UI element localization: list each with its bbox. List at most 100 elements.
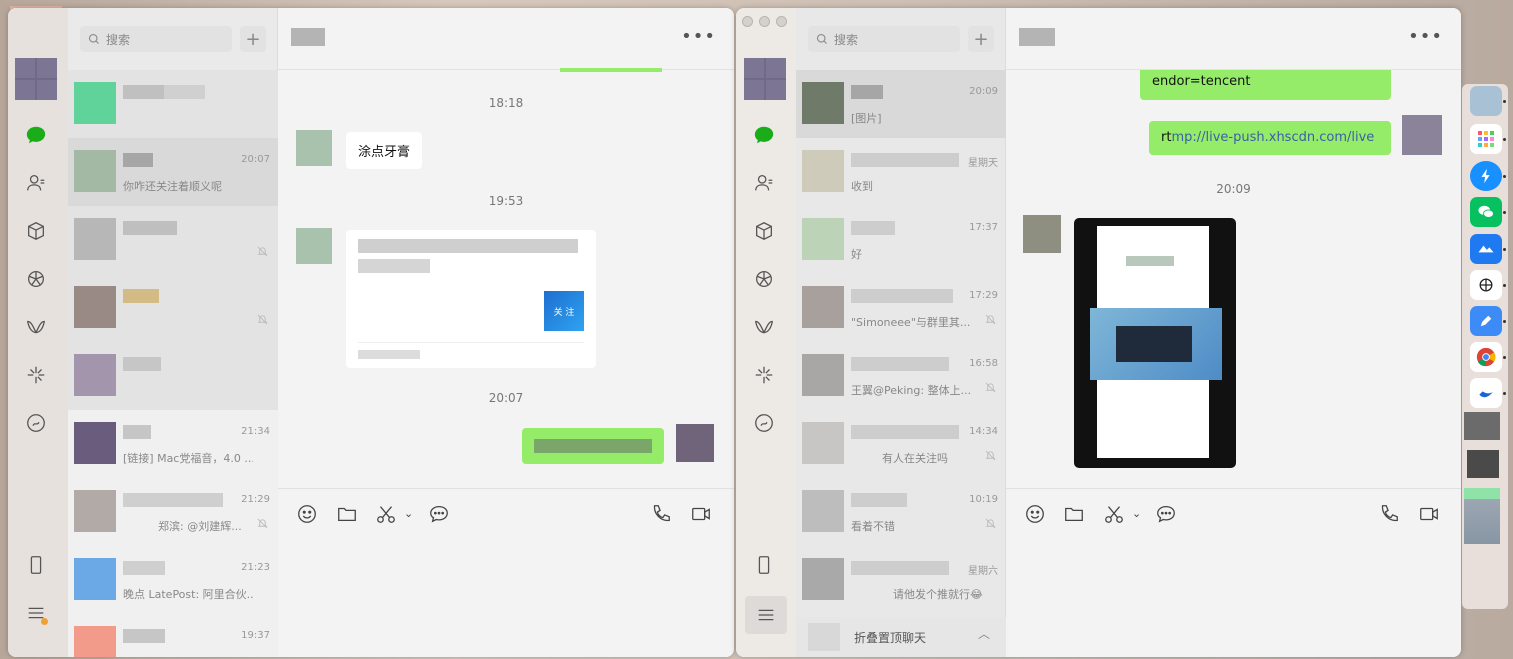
chat-list: 搜索 + 20:09 [图片] 星期天 收到 17:37 好 17:29 "Si… bbox=[796, 8, 1006, 657]
fold-pinned-chats[interactable]: 折叠置顶聊天 ︿ bbox=[796, 617, 1006, 657]
chevron-down-icon[interactable]: ⌄ bbox=[404, 507, 413, 531]
chat-title bbox=[291, 28, 325, 46]
list-item[interactable]: 19:37 bbox=[68, 614, 278, 657]
search-icon bbox=[88, 33, 99, 44]
timestamp: 21:34 bbox=[241, 426, 270, 437]
search-input[interactable]: 搜索 bbox=[808, 26, 960, 52]
close-button[interactable] bbox=[742, 16, 753, 27]
image-message[interactable] bbox=[1074, 218, 1236, 468]
message-bubble-me[interactable] bbox=[522, 428, 664, 464]
my-avatar[interactable] bbox=[744, 58, 786, 100]
avatar bbox=[802, 422, 844, 464]
contacts-icon[interactable] bbox=[752, 171, 776, 195]
folder-icon[interactable] bbox=[336, 503, 358, 527]
chat-icon[interactable] bbox=[24, 123, 48, 147]
add-button[interactable]: + bbox=[240, 26, 266, 52]
list-item[interactable]: 14:34 有人在关注吗 bbox=[796, 410, 1006, 478]
mute-icon bbox=[257, 246, 268, 257]
pencil-icon[interactable] bbox=[1470, 306, 1506, 336]
chrome-icon[interactable] bbox=[1470, 342, 1506, 372]
message-preview: 好 bbox=[851, 248, 862, 261]
spark-icon[interactable] bbox=[1470, 161, 1506, 191]
contact-name bbox=[123, 357, 161, 371]
search-feed-icon[interactable] bbox=[24, 363, 48, 387]
avatar bbox=[74, 150, 116, 192]
nav-sidebar bbox=[736, 8, 796, 657]
window-thumbnail[interactable] bbox=[1464, 488, 1500, 544]
article-card[interactable]: 关 注 bbox=[346, 230, 596, 368]
zoom-button[interactable] bbox=[776, 16, 787, 27]
contacts-icon[interactable] bbox=[24, 171, 48, 195]
minimize-button[interactable] bbox=[759, 16, 770, 27]
message-preview: 收到 bbox=[851, 180, 873, 193]
list-item[interactable] bbox=[68, 342, 278, 410]
folder-icon[interactable] bbox=[1063, 503, 1085, 527]
bird-icon[interactable] bbox=[1470, 378, 1506, 408]
moments-icon[interactable] bbox=[24, 267, 48, 291]
wechat-icon[interactable] bbox=[1470, 197, 1506, 227]
more-button[interactable]: ••• bbox=[1408, 26, 1443, 47]
list-item[interactable]: 17:37 好 bbox=[796, 206, 1006, 274]
message-preview: "Simoneee"与群里其... bbox=[851, 316, 971, 329]
phone-device-icon[interactable] bbox=[752, 553, 776, 577]
mini-program-icon[interactable] bbox=[24, 411, 48, 435]
lark-icon[interactable] bbox=[1470, 234, 1506, 264]
scissors-icon[interactable] bbox=[1103, 503, 1125, 527]
my-avatar[interactable] bbox=[15, 58, 57, 100]
channels-icon[interactable] bbox=[752, 315, 776, 339]
launchpad-icon[interactable] bbox=[1470, 124, 1506, 154]
chat-pane: ••• endor=tencent rtmp://live-push.xhscd… bbox=[1006, 8, 1461, 657]
mute-icon bbox=[985, 382, 996, 393]
phone-icon[interactable] bbox=[1378, 503, 1400, 527]
phone-device-icon[interactable] bbox=[24, 553, 48, 577]
list-item[interactable]: 21:29 郑滨: @刘建辉... bbox=[68, 478, 278, 546]
add-button[interactable]: + bbox=[968, 26, 994, 52]
menu-icon[interactable] bbox=[24, 601, 48, 625]
emoji-icon[interactable] bbox=[296, 503, 318, 527]
video-icon[interactable] bbox=[690, 503, 712, 527]
avatar bbox=[802, 150, 844, 192]
search-input[interactable]: 搜索 bbox=[80, 26, 232, 52]
chat-bubble-icon[interactable] bbox=[428, 503, 450, 527]
list-item[interactable]: 20:07 你咋还关注着顺义呢 bbox=[68, 138, 278, 206]
emoji-icon[interactable] bbox=[1024, 503, 1046, 527]
list-item[interactable] bbox=[68, 206, 278, 274]
contact-name bbox=[851, 85, 883, 99]
list-item[interactable]: 17:29 "Simoneee"与群里其... bbox=[796, 274, 1006, 342]
window-thumbnail[interactable] bbox=[1467, 450, 1499, 478]
chat-list: 搜索 + 20:07 你咋还关注着顺义呢 21:34 [链接] Mac党福音，4… bbox=[68, 8, 278, 657]
list-item[interactable]: 21:34 [链接] Mac党福音，4.0 ... bbox=[68, 410, 278, 478]
chat-bubble-icon[interactable] bbox=[1155, 503, 1177, 527]
list-item[interactable]: 星期六 请他发个推就行😂 bbox=[796, 546, 1006, 614]
video-icon[interactable] bbox=[1418, 503, 1440, 527]
message-bubble-me[interactable]: endor=tencent bbox=[1140, 70, 1391, 100]
box-icon[interactable] bbox=[752, 219, 776, 243]
phone-icon[interactable] bbox=[650, 503, 672, 527]
finder-icon[interactable] bbox=[1470, 86, 1506, 116]
list-item[interactable]: 21:23 晚点 LatePost: 阿里合伙... bbox=[68, 546, 278, 614]
link-text[interactable]: mp://live-push.xhscdn.com/live bbox=[1171, 130, 1374, 145]
list-item[interactable] bbox=[68, 70, 278, 138]
list-item[interactable]: 10:19 看着不错 bbox=[796, 478, 1006, 546]
list-item[interactable]: 星期天 收到 bbox=[796, 138, 1006, 206]
timestamp: 20:07 bbox=[488, 391, 524, 405]
window-thumbnail[interactable] bbox=[1464, 412, 1500, 440]
avatar bbox=[802, 286, 844, 328]
message-link-bubble[interactable]: rtmp://live-push.xhscdn.com/live bbox=[1149, 121, 1391, 155]
chat-icon[interactable] bbox=[752, 123, 776, 147]
chatgpt-icon[interactable] bbox=[1470, 270, 1506, 300]
list-item[interactable]: 16:58 王翼@Peking: 整体上... bbox=[796, 342, 1006, 410]
list-item[interactable]: 20:09 [图片] bbox=[796, 70, 1006, 138]
scissors-icon[interactable] bbox=[375, 503, 397, 527]
mini-program-icon[interactable] bbox=[752, 411, 776, 435]
more-button[interactable]: ••• bbox=[681, 26, 716, 47]
search-feed-icon[interactable] bbox=[752, 363, 776, 387]
chevron-down-icon[interactable]: ⌄ bbox=[1132, 507, 1141, 531]
menu-icon[interactable] bbox=[745, 596, 787, 634]
moments-icon[interactable] bbox=[752, 267, 776, 291]
channels-icon[interactable] bbox=[24, 315, 48, 339]
list-item[interactable] bbox=[68, 274, 278, 342]
message-bubble[interactable]: 涂点牙膏 bbox=[346, 132, 423, 169]
my-avatar bbox=[1402, 115, 1442, 155]
box-icon[interactable] bbox=[24, 219, 48, 243]
